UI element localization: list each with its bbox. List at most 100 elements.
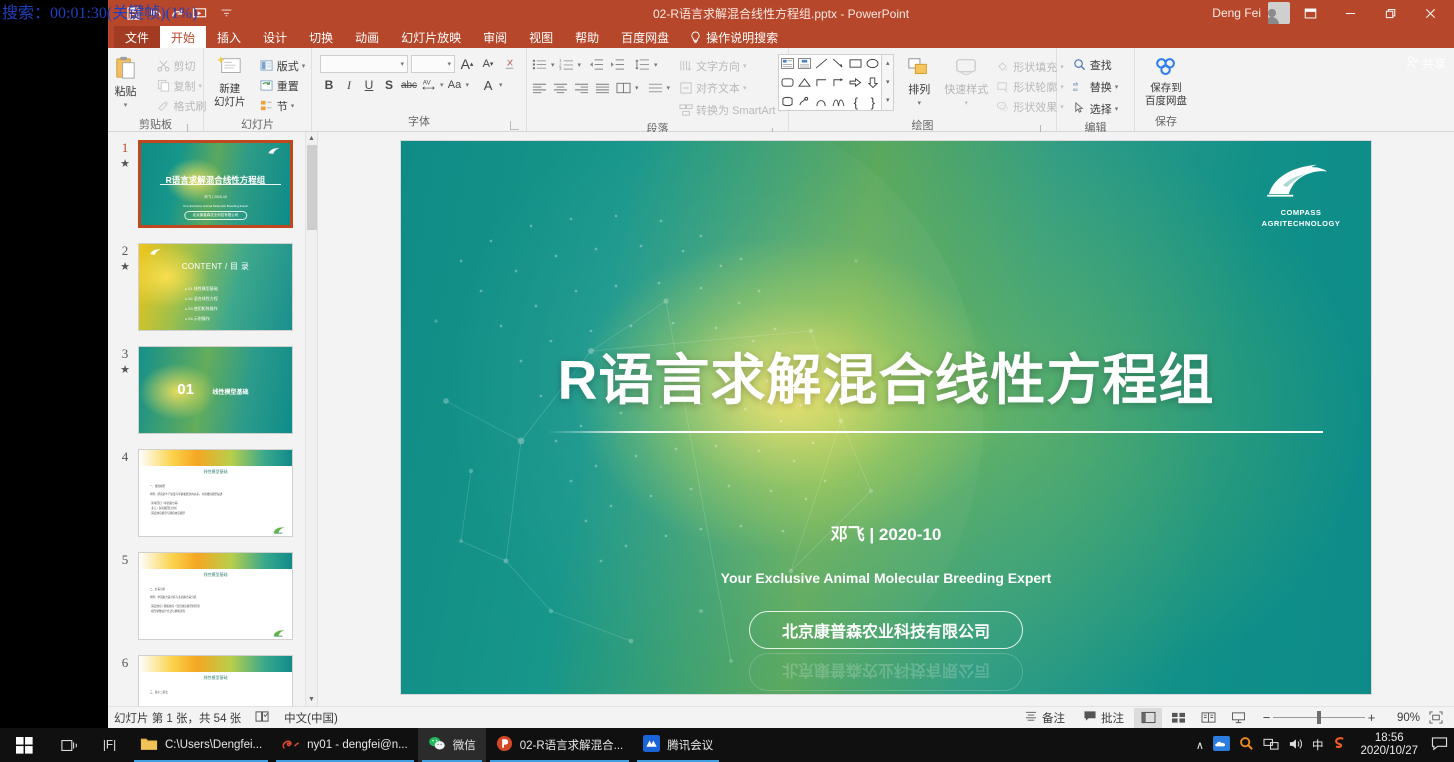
shape-line-icon[interactable] — [815, 58, 828, 72]
restore-button[interactable] — [1370, 0, 1410, 26]
decrease-font-size-button[interactable]: A▾ — [479, 55, 497, 73]
quick-styles-button[interactable]: 快速样式 ▾ — [944, 54, 988, 110]
increase-font-size-button[interactable]: A▴ — [458, 55, 476, 73]
paste-button[interactable]: 粘贴 ▾ — [102, 53, 150, 112]
thumbnail-4[interactable]: 线性模型基础 一、线性模型 举例：研究奶牛产奶量与年龄和胎次的关系，可用线性模型… — [138, 449, 293, 537]
cut-button[interactable]: 剪切 — [154, 56, 210, 76]
thumbnail-1[interactable]: R语言求解混合线性方程组 邓飞 | 2020-10 Your Exclusive… — [138, 140, 293, 228]
tab-help[interactable]: 帮助 — [564, 26, 610, 48]
slideshow-view-button[interactable] — [1224, 708, 1252, 728]
save-to-baidu-button[interactable]: 保存到 百度网盘 — [1141, 54, 1191, 108]
columns-caret[interactable]: ▾ — [635, 84, 639, 92]
text-direction-caret[interactable]: ▾ — [743, 62, 747, 70]
sogou-pinyin-icon[interactable] — [1332, 736, 1347, 754]
zoom-out-button[interactable]: − — [1260, 710, 1273, 725]
taskbar-item-foxit-reader[interactable]: |F| — [92, 728, 130, 762]
character-spacing-caret[interactable]: ▾ — [440, 81, 444, 89]
shape-elbow-arrow-icon[interactable] — [832, 77, 845, 91]
font-color-button[interactable]: A — [479, 76, 497, 94]
shape-rounded-rect-icon[interactable] — [781, 77, 794, 91]
tab-home[interactable]: 开始 — [160, 26, 206, 48]
arrange-caret[interactable]: ▾ — [917, 97, 921, 110]
notes-button[interactable]: 备注 — [1016, 708, 1073, 728]
slide-company-pill[interactable]: 北京康普森农业科技有限公司 — [749, 611, 1023, 649]
sogou-search-icon[interactable] — [1239, 736, 1254, 754]
zoom-level[interactable]: 90% — [1386, 712, 1420, 724]
account-name[interactable]: Deng Fei — [1212, 6, 1268, 20]
list-item[interactable]: 4 线性模型基础 一、线性模型 举例：研究奶牛产奶量与年龄和胎次的关系，可用线性… — [108, 449, 305, 537]
spell-check-icon[interactable] — [255, 710, 270, 726]
copy-button[interactable]: 复制 ▾ — [154, 76, 210, 96]
list-item[interactable]: 3 ★ 01 线性模型基础 — [108, 346, 305, 434]
tab-design[interactable]: 设计 — [252, 26, 298, 48]
zoom-in-button[interactable]: + — [1365, 710, 1378, 725]
slide-sorter-view-button[interactable] — [1164, 708, 1192, 728]
text-shadow-button[interactable]: S — [380, 76, 398, 94]
thumbnail-2[interactable]: CONTENT / 目 录 01 线性模型基础 02 混合线性方程 03 使用矩… — [138, 243, 293, 331]
scrollbar-thumb[interactable] — [307, 145, 317, 230]
language-indicator[interactable]: 中文(中国) — [284, 710, 338, 726]
tab-baidu-netdisk[interactable]: 百度网盘 — [610, 26, 680, 48]
format-painter-button[interactable]: 格式刷 — [154, 96, 210, 116]
fit-to-window-button[interactable] — [1422, 708, 1450, 728]
columns-button[interactable] — [614, 78, 633, 97]
change-case-button[interactable]: Aa — [446, 76, 464, 94]
shape-textbox2-icon[interactable] — [798, 58, 811, 72]
ribbon-display-options-icon[interactable] — [1290, 0, 1330, 26]
tab-view[interactable]: 视图 — [518, 26, 564, 48]
underline-button[interactable]: U — [360, 76, 378, 94]
font-dialog-launcher[interactable] — [510, 121, 519, 130]
find-button[interactable]: 查找 — [1070, 55, 1122, 75]
text-options-caret[interactable]: ▾ — [667, 84, 671, 92]
tab-insert[interactable]: 插入 — [206, 26, 252, 48]
section-dropdown-caret[interactable]: ▾ — [291, 102, 295, 110]
align-text-button[interactable]: 对齐文本 ▾ — [676, 78, 785, 98]
numbering-caret[interactable]: ▾ — [578, 61, 582, 69]
justify-button[interactable] — [593, 78, 612, 97]
task-view-button[interactable] — [48, 728, 92, 762]
shape-elbow-connector-icon[interactable] — [815, 77, 828, 91]
shape-right-arrow-icon[interactable] — [849, 77, 862, 91]
bullets-button[interactable] — [530, 55, 549, 74]
align-center-button[interactable] — [551, 78, 570, 97]
shape-textbox-icon[interactable] — [781, 58, 794, 72]
taskbar-item-ny01-mail[interactable]: ny01 - dengfei@n... — [272, 728, 418, 762]
bullets-caret[interactable]: ▾ — [551, 61, 555, 69]
tab-animations[interactable]: 动画 — [344, 26, 390, 48]
list-item[interactable]: 1 ★ R语言求解混合线性方程组 邓飞 | 2020 — [108, 140, 305, 228]
shape-down-arrow-icon[interactable] — [866, 77, 879, 91]
share-button[interactable]: 共享 — [1406, 55, 1446, 72]
character-spacing-button[interactable]: AV — [420, 76, 438, 94]
shape-arrow-icon[interactable] — [832, 58, 845, 72]
arrange-button[interactable]: 排列 ▾ — [899, 54, 939, 110]
tab-transitions[interactable]: 切换 — [298, 26, 344, 48]
thumbnails-scrollbar[interactable]: ▲ ▼ — [305, 132, 317, 706]
font-name-caret[interactable]: ▾ — [400, 60, 404, 68]
thumbnail-6[interactable]: 线性模型基础 三、最小二乘法 — [138, 655, 293, 706]
italic-button[interactable]: I — [340, 76, 358, 94]
align-text-caret[interactable]: ▾ — [743, 84, 747, 92]
volume-icon[interactable] — [1288, 737, 1303, 754]
replace-caret[interactable]: ▾ — [1115, 83, 1119, 91]
copy-dropdown-caret[interactable]: ▾ — [199, 82, 203, 90]
reading-view-button[interactable] — [1194, 708, 1222, 728]
taskbar-item-file-explorer[interactable]: C:\Users\Dengfei... — [130, 728, 272, 762]
thumbnail-3[interactable]: 01 线性模型基础 — [138, 346, 293, 434]
shape-curve-icon[interactable] — [832, 96, 845, 110]
line-spacing-button[interactable] — [633, 55, 652, 74]
ime-indicator[interactable]: 中 — [1312, 737, 1324, 753]
layout-button[interactable]: 版式 ▾ — [257, 56, 309, 76]
clear-formatting-button[interactable] — [500, 55, 518, 73]
align-left-button[interactable] — [530, 78, 549, 97]
shapes-gallery[interactable]: { } — [778, 54, 882, 111]
font-size-caret[interactable]: ▾ — [447, 60, 451, 68]
onedrive-icon[interactable] — [1213, 736, 1230, 754]
convert-smartart-button[interactable]: 转换为 SmartArt ▾ — [676, 100, 785, 120]
tab-file[interactable]: 文件 — [114, 26, 160, 48]
font-color-caret[interactable]: ▾ — [499, 81, 503, 89]
tell-me-search[interactable]: 操作说明搜索 — [680, 26, 788, 48]
thumbnail-5[interactable]: 线性模型基础 二、方差分析 举例：单因素方差分析与多因素方差分析 · 固定效应 … — [138, 552, 293, 640]
increase-indent-button[interactable] — [608, 55, 627, 74]
paste-dropdown-caret[interactable]: ▾ — [124, 99, 128, 112]
new-slide-button[interactable]: 新建 幻灯片 — [207, 53, 253, 109]
